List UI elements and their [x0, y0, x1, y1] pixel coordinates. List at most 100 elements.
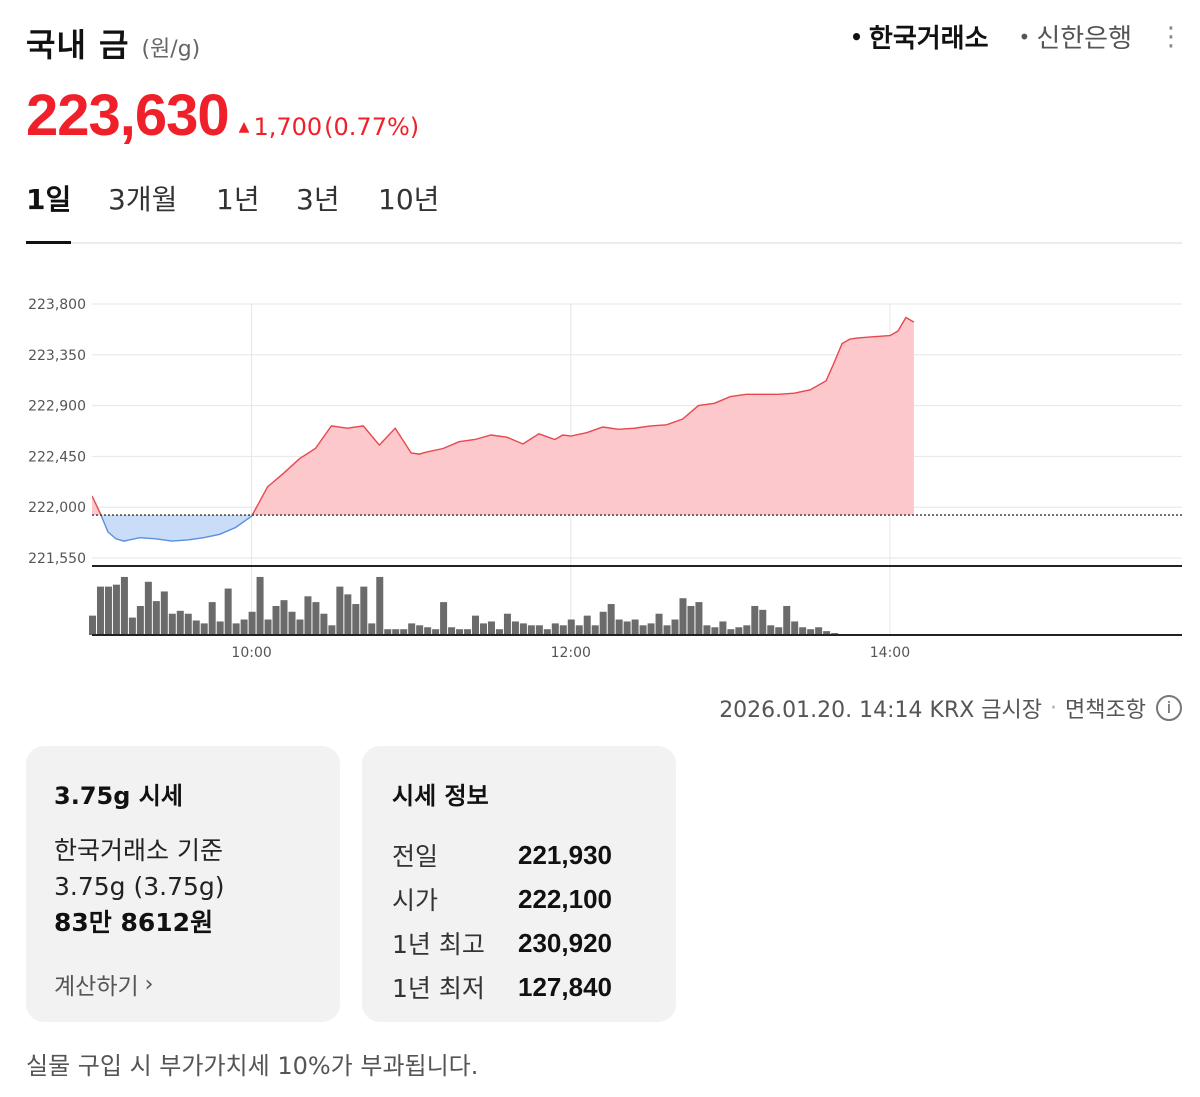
- info-label: 1년 최저: [392, 974, 485, 1003]
- price-row: 223,630 ▲ 1,700 (0.77%): [26, 82, 419, 149]
- volume-bar: [144, 581, 152, 635]
- volume-bar: [328, 625, 336, 635]
- volume-bar: [695, 602, 703, 635]
- volume-bar: [479, 623, 487, 635]
- volume-bar: [647, 623, 655, 635]
- volume-bar: [551, 623, 559, 635]
- volume-bar: [743, 625, 751, 635]
- vat-footnote: 실물 구입 시 부가가치세 10%가 부과됩니다.: [26, 1052, 479, 1080]
- volume-bar: [136, 605, 144, 635]
- volume-bar: [288, 611, 296, 635]
- volume-bar: [89, 615, 96, 635]
- price-change: ▲ 1,700 (0.77%): [239, 113, 419, 141]
- volume-bar: [96, 586, 104, 635]
- tab-3y[interactable]: 3년: [296, 178, 340, 244]
- source-shinhan[interactable]: • 신한은행: [1019, 18, 1132, 55]
- volume-bar: [783, 605, 791, 635]
- info-circle-icon[interactable]: i: [1156, 695, 1182, 721]
- volume-bar: [416, 625, 424, 635]
- chevron-right-icon: ›: [144, 971, 154, 997]
- y-tick-label: 222,000: [28, 500, 86, 516]
- volume-bar: [192, 620, 200, 635]
- disclaimer-link[interactable]: 면책조항: [1065, 692, 1146, 724]
- volume-bar: [104, 586, 112, 635]
- volume-bar: [472, 615, 480, 635]
- current-price: 223,630: [26, 83, 230, 148]
- page-title: 국내 금: [26, 26, 130, 64]
- volume-bar: [312, 602, 320, 635]
- gram-price-card: 3.75g 시세 한국거래소 기준 3.75g (3.75g) 83만 8612…: [26, 746, 340, 1022]
- source-shinhan-label: 신한은행: [1036, 24, 1132, 54]
- volume-bar: [240, 619, 248, 635]
- volume-bar: [759, 609, 767, 635]
- volume-bar: [200, 623, 208, 635]
- volume-bar: [527, 625, 535, 635]
- volume-bar: [751, 605, 759, 635]
- info-label: 시가: [392, 886, 439, 915]
- source-krx[interactable]: • 한국거래소: [850, 18, 988, 55]
- volume-bar: [368, 623, 376, 635]
- volume-bar: [775, 627, 783, 635]
- info-row-open: 시가 222,100: [392, 877, 646, 921]
- tab-3m[interactable]: 3개월: [108, 178, 177, 244]
- info-value: 127,840: [518, 971, 612, 1002]
- volume-bar: [264, 619, 272, 635]
- y-tick-label: 222,900: [28, 399, 86, 415]
- gram-basis: 한국거래소 기준: [54, 836, 223, 865]
- volume-bar: [184, 613, 192, 635]
- info-value: 221,930: [518, 839, 612, 870]
- volume-bar: [344, 594, 352, 635]
- volume-bar: [120, 576, 128, 635]
- volume-bar: [815, 627, 823, 635]
- bullet-icon: •: [1018, 24, 1031, 49]
- timestamp-text: 2026.01.20. 14:14 KRX 금시장: [719, 698, 1043, 723]
- triangle-up-icon: ▲: [238, 119, 250, 135]
- volume-bar: [791, 621, 799, 635]
- volume-bar: [208, 602, 216, 635]
- volume-bar: [559, 625, 567, 635]
- volume-bar: [631, 619, 639, 635]
- y-tick-label: 222,450: [28, 449, 86, 465]
- y-tick-label: 223,800: [28, 297, 86, 313]
- x-tick-label: 12:00: [551, 645, 591, 661]
- volume-bar: [304, 596, 312, 635]
- volume-bar: [567, 619, 575, 635]
- info-row-52w-low: 1년 최저 127,840: [392, 965, 646, 1009]
- separator: ·: [1050, 695, 1058, 721]
- tab-1d[interactable]: 1일: [26, 178, 72, 244]
- calculate-button[interactable]: 계산하기 ›: [54, 967, 312, 1001]
- volume-bar: [296, 619, 304, 635]
- volume-bar: [671, 619, 679, 635]
- gram-card-title: 3.75g 시세: [54, 782, 183, 810]
- volume-bar: [767, 625, 775, 635]
- unit-label: (원/g): [141, 37, 201, 62]
- volume-bar: [440, 602, 448, 635]
- source-selector: • 한국거래소 • 신한은행 ⋮: [820, 18, 1184, 55]
- volume-bar: [687, 605, 695, 635]
- volume-bar: [160, 591, 168, 635]
- volume-bar: [711, 627, 719, 635]
- volume-bar: [152, 601, 160, 635]
- volume-bar: [503, 613, 511, 635]
- price-chart[interactable]: 223,800 223,350 222,900 222,450 222,000 221,5…: [0, 280, 1200, 680]
- bullet-icon: •: [850, 24, 863, 49]
- tab-1y[interactable]: 1년: [216, 178, 260, 244]
- volume-bar: [376, 576, 384, 635]
- more-vertical-icon[interactable]: ⋮: [1158, 22, 1184, 52]
- volume-bar: [663, 625, 671, 635]
- y-tick-label: 223,350: [28, 348, 86, 364]
- volume-bar: [112, 584, 120, 635]
- volume-bar: [224, 588, 232, 635]
- gram-weight: 3.75g (3.75g): [54, 872, 225, 901]
- y-tick-label: 221,550: [28, 551, 86, 567]
- volume-bar: [176, 610, 184, 635]
- volume-bar: [607, 604, 615, 635]
- tab-10y[interactable]: 10년: [378, 178, 439, 244]
- volume-bar: [168, 613, 176, 635]
- volume-bar: [280, 600, 288, 635]
- info-value: 230,920: [518, 927, 612, 958]
- volume-bar: [719, 621, 727, 635]
- volume-bar: [232, 623, 240, 635]
- info-row-52w-high: 1년 최고 230,920: [392, 921, 646, 965]
- source-krx-label: 한국거래소: [868, 24, 989, 54]
